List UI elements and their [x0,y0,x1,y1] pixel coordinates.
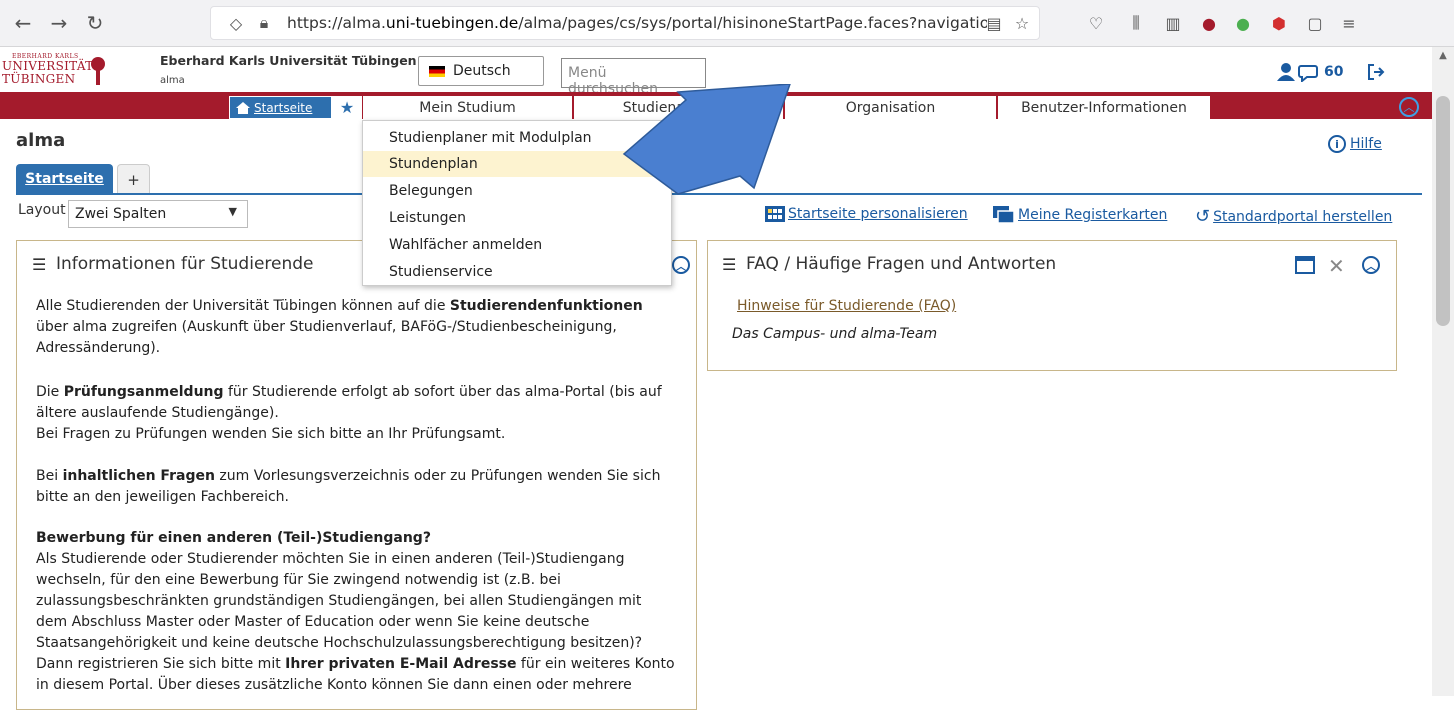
annotation-arrow [622,84,791,195]
grid-icon [765,206,785,222]
favorites-star-icon[interactable]: ★ [332,96,362,119]
close-icon[interactable]: ✕ [1328,254,1345,278]
chat-icon [1298,65,1318,82]
german-flag-icon [429,65,445,77]
home-icon [236,101,250,114]
language-label: Deutsch [453,63,511,79]
layout-label: Layout [18,202,66,218]
crest-icon [91,57,105,85]
nav-benutzer-informationen[interactable]: Benutzer-Informationen [997,96,1210,119]
info-panel-title: ☰ Informationen für Studierende [32,254,314,274]
hamburger-icon[interactable]: ☰ [32,255,48,274]
menu-icon[interactable]: ≡ [1338,12,1360,34]
faq-link[interactable]: Hinweise für Studierende (FAQ) [737,298,956,314]
undo-icon: ↺ [1195,206,1211,227]
personalize-link[interactable]: Startseite personalisieren [765,206,968,222]
user-icon[interactable] [1276,58,1296,86]
layout-select[interactable]: Zwei Spalten ▼ [68,200,248,228]
layout-value: Zwei Spalten [75,206,167,222]
collapse-icon: ︿ [672,256,690,274]
back-icon[interactable]: ← [10,10,36,36]
library-icon[interactable]: ⫼ [1125,12,1147,34]
nav-startseite-label: Startseite [254,100,313,115]
info-paragraph-4: Bewerbung für einen anderen (Teil-)Studi… [36,530,675,693]
info-paragraph-2: Die Prüfungsanmeldung für Studierende er… [36,384,662,442]
app-name-small: alma [160,75,185,86]
adblock-icon[interactable]: ⬢ [1268,12,1290,34]
info-collapse-button[interactable]: ︿ [672,256,690,274]
faq-team: Das Campus- und alma-Team [732,326,938,342]
page-icon[interactable]: ▢ [1304,12,1326,34]
university-logo[interactable]: EBERHARD KARLS UNIVERSITÄT TÜBINGEN [2,53,150,87]
info-paragraph-1: Alle Studierenden der Universität Tübing… [36,298,643,356]
message-count: 60 [1324,64,1344,80]
faq-collapse-button[interactable]: ︿ [1362,256,1380,274]
bookmark-star-icon[interactable]: ☆ [1011,12,1033,34]
chevron-down-icon: ▼ [228,205,237,218]
reader-view-icon[interactable]: ▤ [983,12,1005,34]
sidebar-icon[interactable]: ▥ [1162,12,1184,34]
ublock-icon[interactable]: ● [1198,12,1220,34]
address-bar[interactable]: ◇ 🔒︎ https://alma.uni-tuebingen.de/alma/… [210,6,1040,40]
nav-organisation[interactable]: Organisation [784,96,996,119]
hamburger-icon[interactable]: ☰ [722,255,738,274]
messages-button[interactable]: 60 [1298,58,1343,86]
nav-startseite[interactable]: Startseite [229,96,332,119]
logout-icon[interactable] [1366,58,1386,86]
menu-item-leistungen[interactable]: Leistungen [363,205,671,231]
maximize-icon[interactable] [1295,256,1315,274]
pocket-icon[interactable]: ♡ [1085,12,1107,34]
institution-name: Eberhard Karls Universität Tübingen [160,53,417,68]
extension-icon[interactable]: ● [1232,12,1254,34]
shield-icon[interactable]: ◇ [225,12,247,34]
faq-panel-title: ☰ FAQ / Häufige Fragen und Antworten [722,254,1057,274]
scroll-up-icon[interactable]: ▲ [1436,50,1450,64]
page-title: alma [16,130,66,151]
tabs-icon [993,206,1015,224]
menu-item-wahlfaecher[interactable]: Wahlfächer anmelden [363,232,671,258]
tab-startseite[interactable]: Startseite [16,164,113,194]
my-tabs-link[interactable]: Meine Registerkarten [993,206,1167,224]
collapse-nav-icon[interactable]: ︿ [1399,97,1419,117]
nav-mein-studium[interactable]: Mein Studium [362,96,572,119]
browser-toolbar: ← → ↻ ◇ 🔒︎ https://alma.uni-tuebingen.de… [0,0,1454,47]
reset-portal-link[interactable]: ↺ Standardportal herstellen [1195,206,1392,227]
help-label: Hilfe [1350,136,1382,152]
add-tab-button[interactable]: + [117,164,150,194]
info-paragraph-3: Bei inhaltlichen Fragen zum Vorlesungsve… [36,468,661,505]
scroll-thumb[interactable] [1436,96,1450,326]
url-text[interactable]: https://alma.uni-tuebingen.de/alma/pages… [287,14,987,32]
help-link[interactable]: i Hilfe [1328,135,1382,153]
logo-line1: UNIVERSITÄT [2,59,94,73]
logo-line2: TÜBINGEN [2,72,76,86]
reload-icon[interactable]: ↻ [82,10,108,36]
collapse-icon: ︿ [1362,256,1380,274]
lock-icon[interactable]: 🔒︎ [253,12,275,34]
forward-icon[interactable]: → [46,10,72,36]
info-icon: i [1328,135,1346,153]
menu-item-studienservice[interactable]: Studienservice [363,259,671,285]
language-button[interactable]: Deutsch [418,56,544,86]
